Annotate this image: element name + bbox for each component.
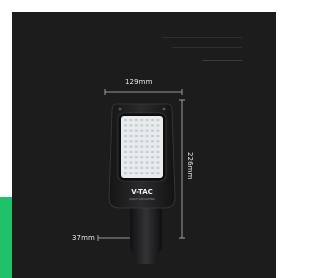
led-chip [129,129,133,132]
led-chip [156,129,160,132]
led-chip [156,166,160,169]
brand-logo: V-TAC [131,188,153,196]
led-chip [140,129,144,132]
led-chip [129,145,133,148]
led-chip [145,145,149,148]
led-chip [140,172,144,175]
led-chip [151,150,154,153]
screw [118,107,122,111]
led-chip [156,134,160,138]
neck-dimension [97,235,135,241]
led-chip [151,156,154,159]
led-chip [145,150,149,153]
led-chip [145,129,149,132]
led-chip [156,161,160,164]
height-dimension [179,99,185,239]
led-chip [124,119,127,122]
led-chip [129,140,133,143]
led-chip [156,172,160,175]
led-chip [145,119,149,122]
led-chip [151,119,154,122]
led-chip [145,134,149,138]
led-chip [129,134,133,138]
led-chip [140,156,144,159]
led-chip [145,166,149,169]
led-chip [140,150,144,153]
led-chip [124,145,127,148]
led-chip [140,119,144,122]
led-chip [140,166,144,169]
led-chip [124,124,127,127]
led-chip [134,129,138,132]
led-chip [140,140,144,143]
led-chip [151,166,154,169]
led-chip [140,134,144,138]
led-chip [134,150,138,153]
led-chip [124,150,127,153]
led-chip [134,134,138,138]
product-dimension-card: V-TAC QUALITY LED LIGHTING 129mm 226mm 3… [12,12,276,278]
led-chip [134,124,138,127]
led-chip [124,172,127,175]
led-chip [156,124,160,127]
led-chip [124,161,127,164]
led-chip [134,140,138,143]
led-chip [151,145,154,148]
led-chip [140,124,144,127]
led-chip [129,119,133,122]
led-chip [145,124,149,127]
green-accent-bar [0,197,12,278]
led-chip [124,134,127,138]
led-chip [151,161,154,164]
led-chip [124,140,127,143]
led-chip [134,156,138,159]
led-chip [134,119,138,122]
led-chip [140,161,144,164]
led-chip [124,156,127,159]
led-chip [151,124,154,127]
led-chip [129,161,133,164]
led-chip [151,134,154,138]
street-light-illustration: V-TAC QUALITY LED LIGHTING [97,89,185,264]
led-chip [145,161,149,164]
led-chip [151,140,154,143]
led-chip [129,124,133,127]
brand-tagline: QUALITY LED LIGHTING [129,198,155,201]
led-chip [156,145,160,148]
led-chip [124,166,127,169]
led-chip [134,145,138,148]
led-chip [145,140,149,143]
led-chip [151,129,154,132]
led-chip [151,172,154,175]
led-chip [124,129,127,132]
led-chip [156,150,160,153]
screw [162,107,166,111]
led-chip [134,166,138,169]
led-chip [134,161,138,164]
height-label: 226mm [186,152,194,180]
led-chip [129,150,133,153]
width-dimension [104,89,183,95]
pole-mount [130,200,162,264]
led-chip [129,172,133,175]
led-chip [145,156,149,159]
led-chip [156,119,160,122]
led-chip [134,172,138,175]
led-chip [129,166,133,169]
led-chip [145,172,149,175]
led-chip [129,156,133,159]
neck-width-label: 37mm [72,234,95,242]
led-chip [156,156,160,159]
width-label: 129mm [125,78,153,86]
led-chip [140,145,144,148]
led-chip [156,140,160,143]
